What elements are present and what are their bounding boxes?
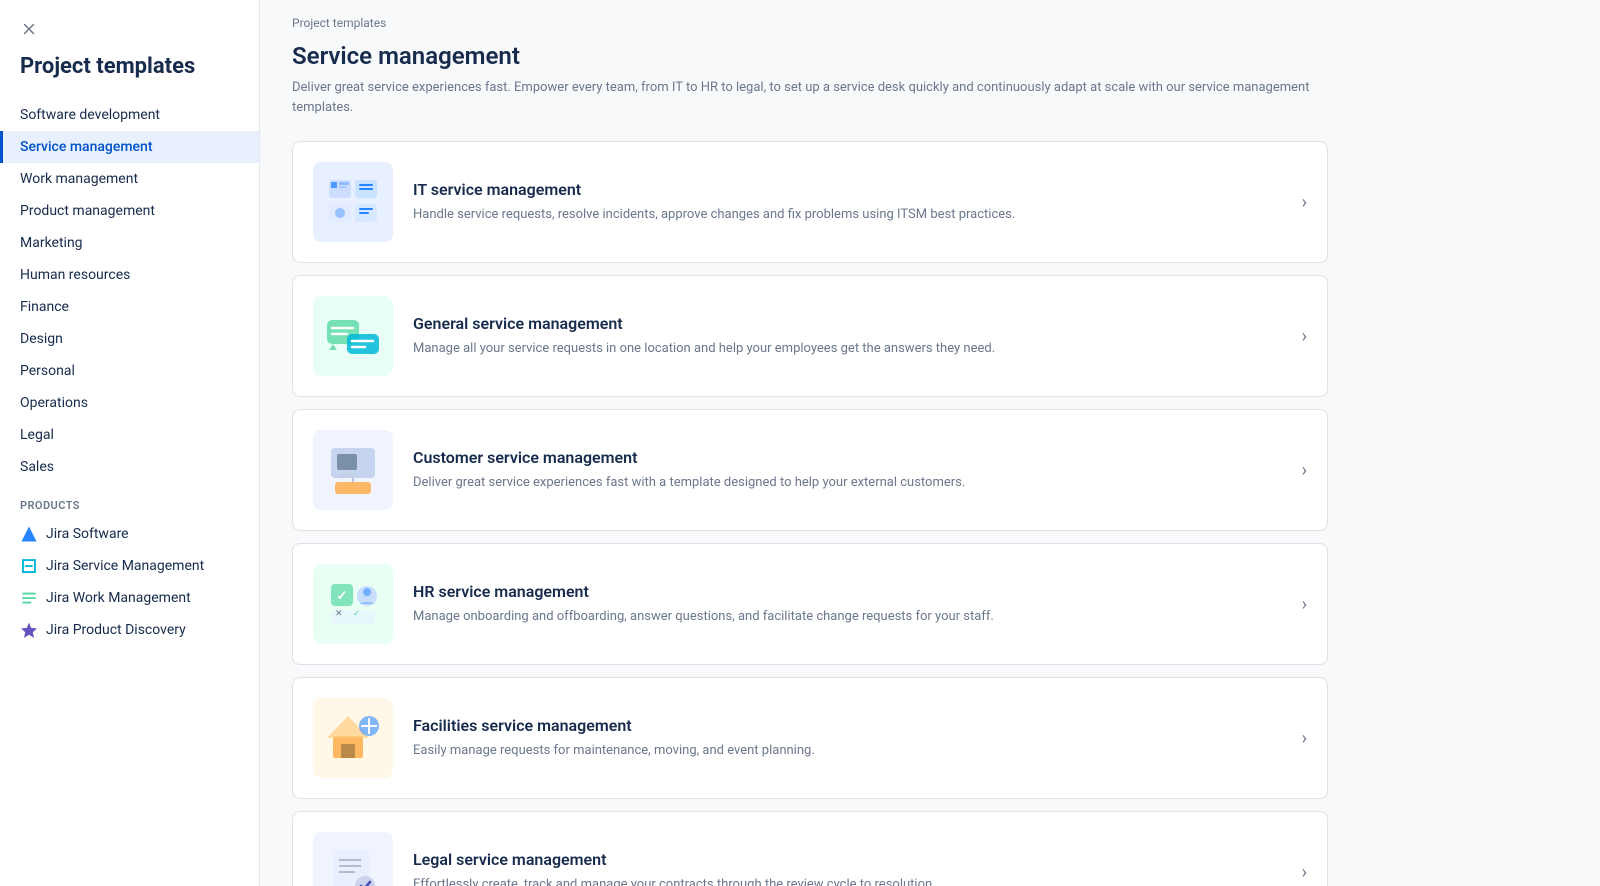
customer-service-icon bbox=[313, 430, 393, 510]
general-service-name: General service management bbox=[413, 314, 1270, 333]
facilities-service-icon bbox=[313, 698, 393, 778]
legal-service-arrow-icon: › bbox=[1290, 862, 1307, 883]
jira-service-icon bbox=[20, 557, 38, 575]
it-service-arrow-icon: › bbox=[1290, 192, 1307, 213]
sidebar-item-personal[interactable]: Personal bbox=[0, 355, 259, 387]
template-card-general-service[interactable]: General service management Manage all yo… bbox=[292, 275, 1328, 397]
jira-work-icon bbox=[20, 589, 38, 607]
customer-service-name: Customer service management bbox=[413, 448, 1270, 467]
product-label: Jira Software bbox=[46, 526, 129, 542]
sidebar-item-product-management[interactable]: Product management bbox=[0, 195, 259, 227]
template-card-it-service[interactable]: IT service management Handle service req… bbox=[292, 141, 1328, 263]
sidebar-item-marketing[interactable]: Marketing bbox=[0, 227, 259, 259]
sidebar-nav: Software developmentService managementWo… bbox=[0, 99, 259, 483]
template-card-hr-service[interactable]: ✓ ✕ ✓ HR service management Manage onboa… bbox=[292, 543, 1328, 665]
sidebar-product-jira-service[interactable]: Jira Service Management bbox=[0, 550, 259, 582]
sidebar-item-sales[interactable]: Sales bbox=[0, 451, 259, 483]
sidebar-item-operations[interactable]: Operations bbox=[0, 387, 259, 419]
svg-text:✕: ✕ bbox=[335, 609, 343, 619]
it-service-content: IT service management Handle service req… bbox=[413, 180, 1270, 225]
main-content: Project templates Service management Del… bbox=[260, 0, 1600, 886]
legal-service-description: Effortlessly create, track and manage yo… bbox=[413, 875, 1270, 886]
sidebar-item-service-management[interactable]: Service management bbox=[0, 131, 259, 163]
hr-service-name: HR service management bbox=[413, 582, 1270, 601]
it-service-name: IT service management bbox=[413, 180, 1270, 199]
svg-text:✓: ✓ bbox=[353, 609, 361, 619]
it-service-icon bbox=[313, 162, 393, 242]
hr-service-content: HR service management Manage onboarding … bbox=[413, 582, 1270, 627]
close-button[interactable] bbox=[0, 20, 58, 54]
jira-discovery-icon bbox=[20, 621, 38, 639]
general-service-arrow-icon: › bbox=[1290, 326, 1307, 347]
products-section-label: PRODUCTS bbox=[0, 483, 259, 518]
page-title: Service management bbox=[260, 38, 1600, 78]
product-label: Jira Work Management bbox=[46, 590, 191, 606]
sidebar-item-software-development[interactable]: Software development bbox=[0, 99, 259, 131]
sidebar-product-jira-software[interactable]: Jira Software bbox=[0, 518, 259, 550]
customer-service-description: Deliver great service experiences fast w… bbox=[413, 473, 1270, 493]
facilities-service-name: Facilities service management bbox=[413, 716, 1270, 735]
general-service-content: General service management Manage all yo… bbox=[413, 314, 1270, 359]
products-list: Jira Software Jira Service Management Jira… bbox=[0, 518, 259, 646]
legal-service-icon bbox=[313, 832, 393, 886]
facilities-service-arrow-icon: › bbox=[1290, 728, 1307, 749]
legal-service-name: Legal service management bbox=[413, 850, 1270, 869]
customer-service-content: Customer service management Deliver grea… bbox=[413, 448, 1270, 493]
sidebar-item-finance[interactable]: Finance bbox=[0, 291, 259, 323]
sidebar: Project templates Software developmentSe… bbox=[0, 0, 260, 886]
hr-service-arrow-icon: › bbox=[1290, 594, 1307, 615]
page-description: Deliver great service experiences fast. … bbox=[260, 78, 1360, 141]
template-card-facilities-service[interactable]: Facilities service management Easily man… bbox=[292, 677, 1328, 799]
svg-text:✓: ✓ bbox=[337, 589, 348, 604]
templates-list: IT service management Handle service req… bbox=[260, 141, 1360, 886]
hr-service-icon: ✓ ✕ ✓ bbox=[313, 564, 393, 644]
jira-software-icon bbox=[20, 525, 38, 543]
template-card-legal-service[interactable]: Legal service management Effortlessly cr… bbox=[292, 811, 1328, 886]
it-service-description: Handle service requests, resolve inciden… bbox=[413, 205, 1270, 225]
general-service-icon bbox=[313, 296, 393, 376]
facilities-service-content: Facilities service management Easily man… bbox=[413, 716, 1270, 761]
sidebar-item-legal[interactable]: Legal bbox=[0, 419, 259, 451]
template-card-customer-service[interactable]: Customer service management Deliver grea… bbox=[292, 409, 1328, 531]
sidebar-product-jira-discovery[interactable]: Jira Product Discovery bbox=[0, 614, 259, 646]
sidebar-item-work-management[interactable]: Work management bbox=[0, 163, 259, 195]
customer-service-arrow-icon: › bbox=[1290, 460, 1307, 481]
product-label: Jira Product Discovery bbox=[46, 622, 186, 638]
general-service-description: Manage all your service requests in one … bbox=[413, 339, 1270, 359]
product-label: Jira Service Management bbox=[46, 558, 204, 574]
facilities-service-description: Easily manage requests for maintenance, … bbox=[413, 741, 1270, 761]
hr-service-description: Manage onboarding and offboarding, answe… bbox=[413, 607, 1270, 627]
sidebar-product-jira-work[interactable]: Jira Work Management bbox=[0, 582, 259, 614]
breadcrumb: Project templates bbox=[260, 0, 1600, 38]
sidebar-title: Project templates bbox=[0, 54, 259, 99]
legal-service-content: Legal service management Effortlessly cr… bbox=[413, 850, 1270, 886]
sidebar-item-design[interactable]: Design bbox=[0, 323, 259, 355]
sidebar-item-human-resources[interactable]: Human resources bbox=[0, 259, 259, 291]
